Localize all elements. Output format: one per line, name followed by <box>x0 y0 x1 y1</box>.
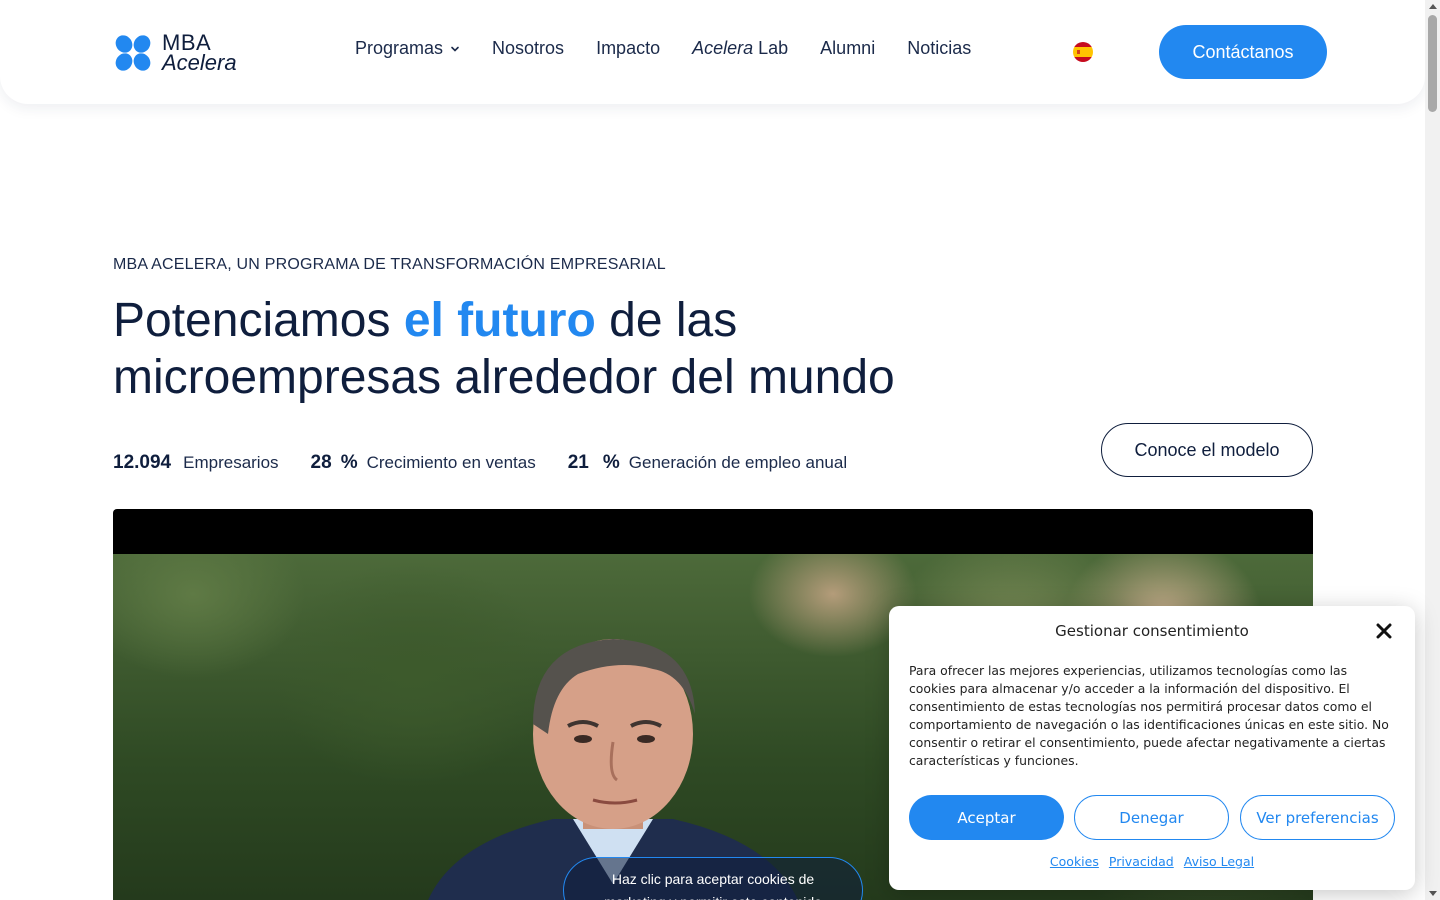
nav-item-label: Programas <box>355 38 444 58</box>
scroll-up-arrow-icon[interactable] <box>1429 4 1437 9</box>
cookie-dialog-title: Gestionar consentimiento <box>1055 622 1249 640</box>
logo-line-2: Acelera <box>162 50 237 75</box>
nav-item-label: Alumni <box>820 38 876 58</box>
conoce-el-modelo-button[interactable]: Conoce el modelo <box>1101 423 1313 477</box>
stat-value: 12.094 <box>113 452 172 473</box>
mba-acelera-logo[interactable]: MBA Acelera <box>113 30 243 76</box>
site-header: MBA Acelera Programas Nosotros Impacto A… <box>0 0 1425 104</box>
deny-cookies-button[interactable]: Denegar <box>1074 795 1229 840</box>
nav-item-label: Noticias <box>907 38 972 58</box>
stat-unit: % <box>340 452 358 473</box>
view-preferences-button[interactable]: Ver preferencias <box>1240 795 1395 840</box>
stat-value: 28 <box>310 452 332 473</box>
butterfly-logo-icon <box>115 35 151 71</box>
stat-label: Generación de empleo anual <box>628 453 848 472</box>
main-nav: Programas Nosotros Impacto Acelera Lab A… <box>355 38 971 59</box>
nav-item-label: Nosotros <box>492 38 565 58</box>
legal-notice-link[interactable]: Aviso Legal <box>1184 854 1254 869</box>
cookie-dialog-links: Cookies Privacidad Aviso Legal <box>889 854 1415 869</box>
stat-value: 21 <box>567 452 589 473</box>
nav-item-alumni[interactable]: Alumni <box>820 38 875 59</box>
spain-flag-icon[interactable] <box>1073 42 1093 62</box>
nav-item-label-italic: Acelera <box>692 38 754 58</box>
privacy-link[interactable]: Privacidad <box>1109 854 1174 869</box>
nav-item-label: Impacto <box>596 38 661 58</box>
cookie-dialog-text: Para ofrecer las mejores experiencias, u… <box>909 663 1389 768</box>
hero-eyebrow: MBA ACELERA, UN PROGRAMA DE TRANSFORMACI… <box>113 256 666 273</box>
cookie-consent-dialog: Gestionar consentimiento Para ofrecer la… <box>889 606 1415 890</box>
stat-label: Empresarios <box>183 453 279 472</box>
scroll-down-arrow-icon[interactable] <box>1429 891 1437 896</box>
hero-title: Potenciamos el futuro de las microempres… <box>113 292 1013 406</box>
close-icon[interactable] <box>1375 622 1393 640</box>
hero-title-accent: el futuro <box>403 294 596 347</box>
stat-unit: % <box>602 452 620 473</box>
nav-item-acelera-lab[interactable]: Acelera Lab <box>692 38 788 59</box>
nav-item-noticias[interactable]: Noticias <box>907 38 971 59</box>
page-scrollbar[interactable] <box>1425 0 1440 900</box>
nav-item-label: Lab <box>758 38 789 58</box>
cookies-link[interactable]: Cookies <box>1050 854 1099 869</box>
stat-label: Crecimiento en ventas <box>366 453 536 472</box>
nav-item-nosotros[interactable]: Nosotros <box>492 38 564 59</box>
accept-cookies-button[interactable]: Aceptar <box>909 795 1064 840</box>
nav-item-impacto[interactable]: Impacto <box>596 38 660 59</box>
nav-item-programas[interactable]: Programas <box>355 38 460 59</box>
chevron-down-icon <box>451 46 459 52</box>
logo-wordmark: MBA Acelera <box>162 32 237 74</box>
hero-title-part-1: Potenciamos <box>113 294 404 347</box>
scrollbar-thumb[interactable] <box>1428 15 1437 112</box>
stat-sales-growth: 28 % Crecimiento en ventas <box>311 452 536 474</box>
contact-button[interactable]: Contáctanos <box>1159 25 1327 79</box>
stat-entrepreneurs: 12.094 Empresarios <box>113 452 279 474</box>
stat-job-creation: 21 % Generación de empleo anual <box>568 452 847 474</box>
impact-stats: 12.094 Empresarios 28 % Crecimiento en v… <box>113 452 879 474</box>
accept-marketing-cookies-button[interactable]: Haz clic para aceptar cookies de marketi… <box>563 857 863 900</box>
